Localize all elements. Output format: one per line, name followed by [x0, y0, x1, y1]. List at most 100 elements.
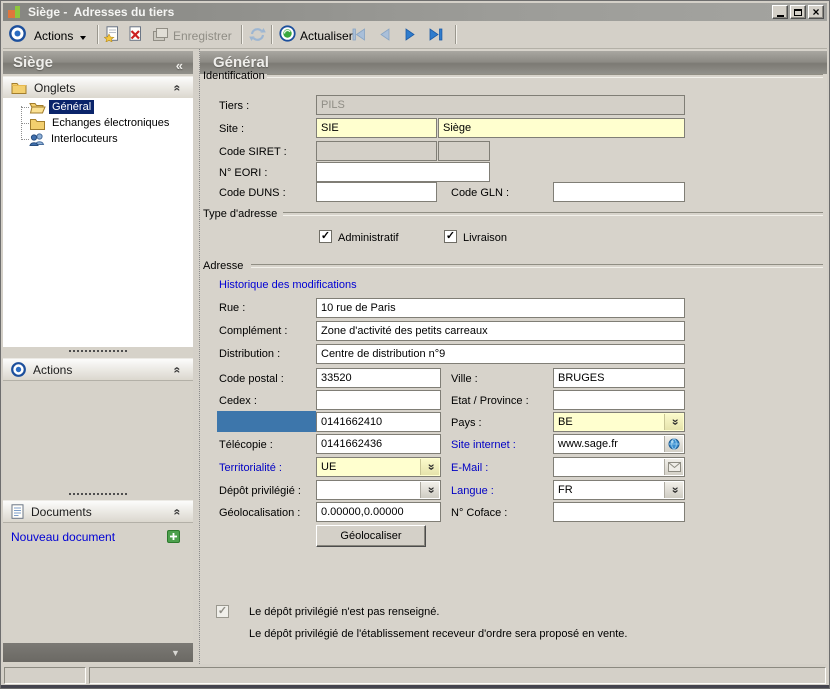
- sidebar-item-interlocuteurs[interactable]: Interlocuteurs: [29, 131, 121, 147]
- etat-province-field[interactable]: [553, 390, 685, 410]
- administratif-checkbox[interactable]: ✓: [319, 230, 332, 243]
- langue-dropdown[interactable]: FR «: [553, 480, 685, 500]
- collapse-section-icon[interactable]: «: [171, 84, 185, 91]
- refresh-icon[interactable]: [279, 25, 296, 42]
- tree-line: [21, 123, 29, 124]
- delete-record-button[interactable]: [127, 26, 144, 42]
- toolbar-separator: [97, 25, 98, 44]
- territorialite-dropdown-button[interactable]: «: [420, 459, 439, 475]
- app-window: Siège - Adresses du tiers × Actions Enre…: [0, 0, 830, 689]
- next-record-button[interactable]: [403, 28, 417, 41]
- maximize-button[interactable]: [790, 5, 806, 19]
- depot-privilegie-label: Dépôt privilégié :: [219, 485, 301, 497]
- telephone-field[interactable]: 0141662410: [316, 412, 441, 432]
- territorialite-label[interactable]: Territorialité :: [219, 461, 282, 475]
- chevron-double-down-icon: «: [667, 486, 681, 494]
- distribution-field[interactable]: Centre de distribution n°9: [316, 344, 685, 364]
- depot-dropdown-button[interactable]: «: [420, 482, 439, 498]
- section-title: Actions: [33, 362, 73, 377]
- minimize-button[interactable]: [772, 5, 788, 19]
- telecopie-label: Télécopie :: [219, 439, 273, 451]
- group-label-adresse: Adresse: [203, 260, 244, 272]
- ville-field[interactable]: BRUGES: [553, 368, 685, 388]
- etat-province-label: Etat / Province :: [451, 395, 529, 407]
- refresh-button[interactable]: Actualiser: [300, 29, 353, 43]
- window-title: Siège - Adresses du tiers: [28, 5, 175, 19]
- splitter-handle[interactable]: [69, 350, 127, 352]
- cedex-field[interactable]: [316, 390, 441, 410]
- site-name-field[interactable]: Siège: [438, 118, 685, 138]
- last-record-button[interactable]: [428, 28, 444, 41]
- onglets-tree: Général Echanges électroniques Interlocu…: [3, 98, 193, 347]
- site-code-field[interactable]: SIE: [316, 118, 437, 138]
- add-document-button[interactable]: [167, 530, 180, 543]
- site-internet-field[interactable]: www.sage.fr: [553, 434, 685, 454]
- site-label: Site :: [219, 123, 245, 135]
- close-button[interactable]: ×: [808, 5, 824, 19]
- siret-field-1[interactable]: [316, 141, 437, 161]
- sidebar-resize-splitter[interactable]: [193, 49, 200, 664]
- eori-field[interactable]: [316, 162, 490, 182]
- sync-icon[interactable]: [248, 26, 267, 43]
- telephone-label-highlight[interactable]: [217, 411, 316, 432]
- langue-label[interactable]: Langue :: [451, 484, 494, 498]
- history-link[interactable]: Historique des modifications: [219, 279, 357, 291]
- duns-field[interactable]: [316, 182, 437, 202]
- telecopie-value: 0141662436: [321, 438, 383, 450]
- eori-label: N° EORI :: [219, 167, 268, 179]
- geolocalisation-field[interactable]: 0.00000,0.00000: [316, 502, 441, 522]
- collapse-section-icon[interactable]: «: [171, 366, 185, 373]
- actions-target-icon: [11, 362, 26, 377]
- actions-target-icon[interactable]: [9, 25, 26, 42]
- sidebar: Siège « Onglets « Général Echanges élect…: [3, 49, 193, 664]
- section-header-documents[interactable]: Documents «: [3, 500, 193, 523]
- sidebar-item-echanges-electroniques[interactable]: Echanges électroniques: [29, 115, 172, 131]
- geolocaliser-button[interactable]: Géolocaliser: [316, 525, 426, 547]
- depot-privilegie-dropdown[interactable]: «: [316, 480, 441, 500]
- email-label[interactable]: E-Mail :: [451, 461, 488, 475]
- new-record-button[interactable]: [104, 26, 121, 42]
- splitter-handle[interactable]: [69, 493, 127, 495]
- telecopie-field[interactable]: 0141662436: [316, 434, 441, 454]
- gln-label: Code GLN :: [451, 187, 510, 199]
- langue-dropdown-button[interactable]: «: [664, 482, 683, 498]
- cedex-label: Cedex :: [219, 395, 257, 407]
- open-website-button[interactable]: [664, 436, 683, 452]
- code-postal-field[interactable]: 33520: [316, 368, 441, 388]
- send-email-button[interactable]: [664, 459, 683, 475]
- minimize-icon: [776, 14, 784, 17]
- code-postal-value: 33520: [321, 372, 352, 384]
- site-internet-label[interactable]: Site internet :: [451, 438, 516, 452]
- telephone-value: 0141662410: [321, 416, 383, 428]
- group-line: [251, 264, 823, 268]
- section-header-actions[interactable]: Actions «: [3, 358, 193, 381]
- new-document-link[interactable]: Nouveau document: [11, 530, 115, 544]
- livraison-checkbox[interactable]: ✓: [444, 230, 457, 243]
- collapse-sidebar-icon[interactable]: «: [176, 54, 183, 77]
- sidebar-item-general[interactable]: Général: [29, 99, 95, 115]
- actions-menu-button[interactable]: Actions: [34, 29, 86, 43]
- coface-field[interactable]: [553, 502, 685, 522]
- collapse-section-icon[interactable]: «: [171, 508, 185, 515]
- save-button[interactable]: Enregistrer: [173, 29, 232, 43]
- tiers-field[interactable]: PILS: [316, 95, 685, 115]
- siret-label: Code SIRET :: [219, 146, 287, 158]
- main-header: Général: [200, 51, 827, 74]
- territorialite-dropdown[interactable]: UE «: [316, 457, 441, 477]
- titlebar[interactable]: Siège - Adresses du tiers ×: [3, 3, 827, 21]
- rue-field[interactable]: 10 rue de Paris: [316, 298, 685, 318]
- first-record-button[interactable]: [351, 28, 367, 41]
- depot-non-renseigne-checkbox[interactable]: ✓: [216, 605, 229, 618]
- pays-dropdown-button[interactable]: «: [664, 414, 683, 430]
- previous-record-button[interactable]: [378, 28, 392, 41]
- gln-field[interactable]: [553, 182, 685, 202]
- section-header-onglets[interactable]: Onglets «: [3, 76, 193, 99]
- siret-field-2[interactable]: [438, 141, 490, 161]
- email-field[interactable]: [553, 457, 685, 477]
- sidebar-collapse-bar[interactable]: ▼: [3, 643, 193, 662]
- depot-non-renseigne-label: Le dépôt privilégié n'est pas renseigné.: [249, 606, 440, 618]
- toolbar-separator: [271, 25, 272, 44]
- pays-dropdown[interactable]: BE «: [553, 412, 685, 432]
- complement-field[interactable]: Zone d'activité des petits carreaux: [316, 321, 685, 341]
- save-icon[interactable]: [152, 27, 169, 42]
